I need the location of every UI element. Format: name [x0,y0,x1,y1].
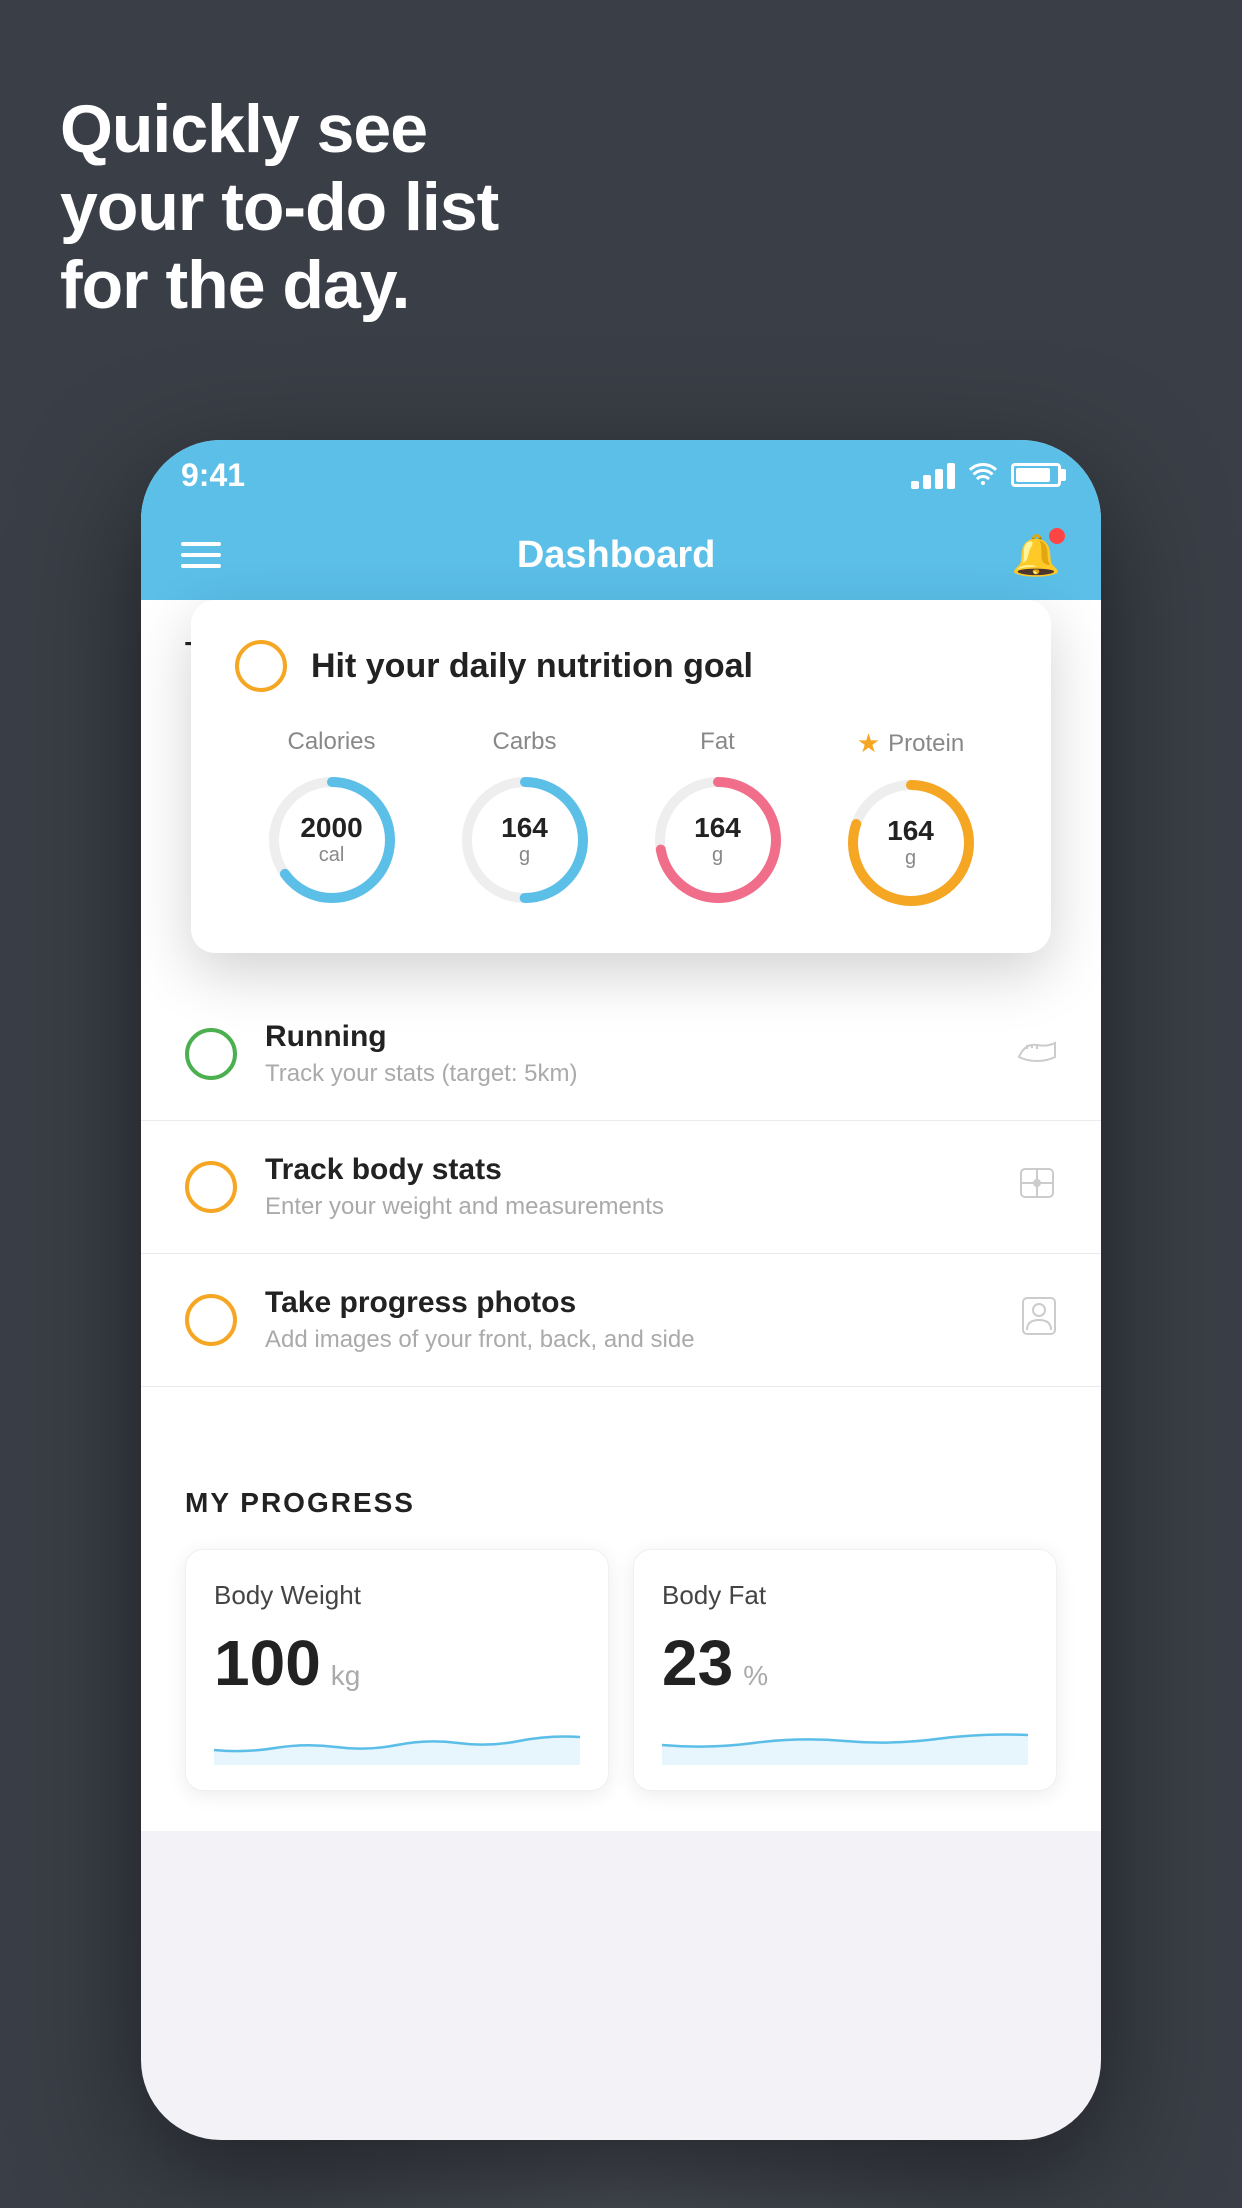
nutrition-item-calories: Calories 2000 cal [262,728,402,910]
body-fat-unit: % [743,1660,768,1692]
headline: Quickly see your to-do list for the day. [60,90,498,325]
progress-card-fat[interactable]: Body Fat 23 % [633,1549,1057,1791]
status-icons [911,459,1061,492]
todo-subtitle-bodystats: Enter your weight and measurements [265,1193,989,1221]
notification-dot [1049,528,1065,544]
protein-value: 164 [887,816,934,847]
scale-icon [1017,1165,1057,1210]
body-weight-label: Body Weight [214,1580,580,1611]
headline-line3: for the day. [60,246,498,324]
nav-bar: Dashboard 🔔 [141,510,1101,600]
hamburger-menu[interactable] [181,542,221,568]
person-icon [1021,1296,1057,1345]
todo-title-bodystats: Track body stats [265,1153,989,1187]
progress-section: MY PROGRESS Body Weight 100 kg [141,1447,1101,1831]
todo-info-photos: Take progress photos Add images of your … [265,1286,993,1354]
fat-circle: 164 g [648,770,788,910]
protein-label: Protein [888,730,964,758]
carbs-label: Carbs [492,728,556,756]
battery-icon [1011,463,1061,487]
protein-label-row: ★ Protein [857,728,964,759]
body-weight-chart [214,1715,580,1765]
nutrition-item-protein: ★ Protein 164 g [841,728,981,913]
status-bar: 9:41 [141,440,1101,510]
calories-label: Calories [287,728,375,756]
todo-item-photos[interactable]: Take progress photos Add images of your … [141,1254,1101,1387]
body-fat-value-row: 23 % [662,1631,1028,1695]
calories-circle: 2000 cal [262,770,402,910]
todo-check-bodystats [185,1161,237,1213]
todo-item-running[interactable]: Running Track your stats (target: 5km) [141,988,1101,1121]
headline-line2: your to-do list [60,168,498,246]
headline-line1: Quickly see [60,90,498,168]
shoe-icon [1017,1035,1057,1074]
bell-icon[interactable]: 🔔 [1011,532,1061,579]
body-weight-value-row: 100 kg [214,1631,580,1695]
calories-value: 2000 [300,813,362,844]
body-weight-unit: kg [331,1660,361,1692]
protein-circle: 164 g [841,773,981,913]
todo-info-bodystats: Track body stats Enter your weight and m… [265,1153,989,1221]
progress-header: MY PROGRESS [185,1487,1057,1519]
body-weight-value: 100 [214,1631,321,1695]
todo-title-running: Running [265,1020,989,1054]
signal-icon [911,461,955,489]
card-title-row: Hit your daily nutrition goal [235,640,1007,692]
wifi-icon [967,459,999,492]
star-icon: ★ [857,728,880,759]
progress-card-weight[interactable]: Body Weight 100 kg [185,1549,609,1791]
todo-subtitle-photos: Add images of your front, back, and side [265,1326,993,1354]
todo-title-photos: Take progress photos [265,1286,993,1320]
carbs-value: 164 [501,813,548,844]
empty-space [141,1387,1101,1447]
fat-value: 164 [694,813,741,844]
carbs-circle: 164 g [455,770,595,910]
todo-list: Running Track your stats (target: 5km) [141,988,1101,1387]
nutrition-card-title: Hit your daily nutrition goal [311,647,753,686]
nutrition-item-fat: Fat 164 g [648,728,788,910]
nutrition-circles: Calories 2000 cal Carbs [235,728,1007,913]
todo-check-running [185,1028,237,1080]
calories-unit: cal [300,844,362,867]
body-fat-chart [662,1715,1028,1765]
fat-unit: g [694,844,741,867]
body-fat-value: 23 [662,1631,733,1695]
protein-unit: g [887,847,934,870]
nutrition-item-carbs: Carbs 164 g [455,728,595,910]
nutrition-check-circle[interactable] [235,640,287,692]
carbs-unit: g [501,844,548,867]
nav-title: Dashboard [517,534,715,577]
status-time: 9:41 [181,457,245,494]
fat-label: Fat [700,728,735,756]
body-fat-label: Body Fat [662,1580,1028,1611]
nutrition-card: Hit your daily nutrition goal Calories 2… [191,600,1051,953]
todo-subtitle-running: Track your stats (target: 5km) [265,1060,989,1088]
todo-info-running: Running Track your stats (target: 5km) [265,1020,989,1088]
todo-item-bodystats[interactable]: Track body stats Enter your weight and m… [141,1121,1101,1254]
progress-cards: Body Weight 100 kg Body Fat [185,1549,1057,1791]
todo-check-photos [185,1294,237,1346]
background: Quickly see your to-do list for the day.… [0,0,1242,2208]
